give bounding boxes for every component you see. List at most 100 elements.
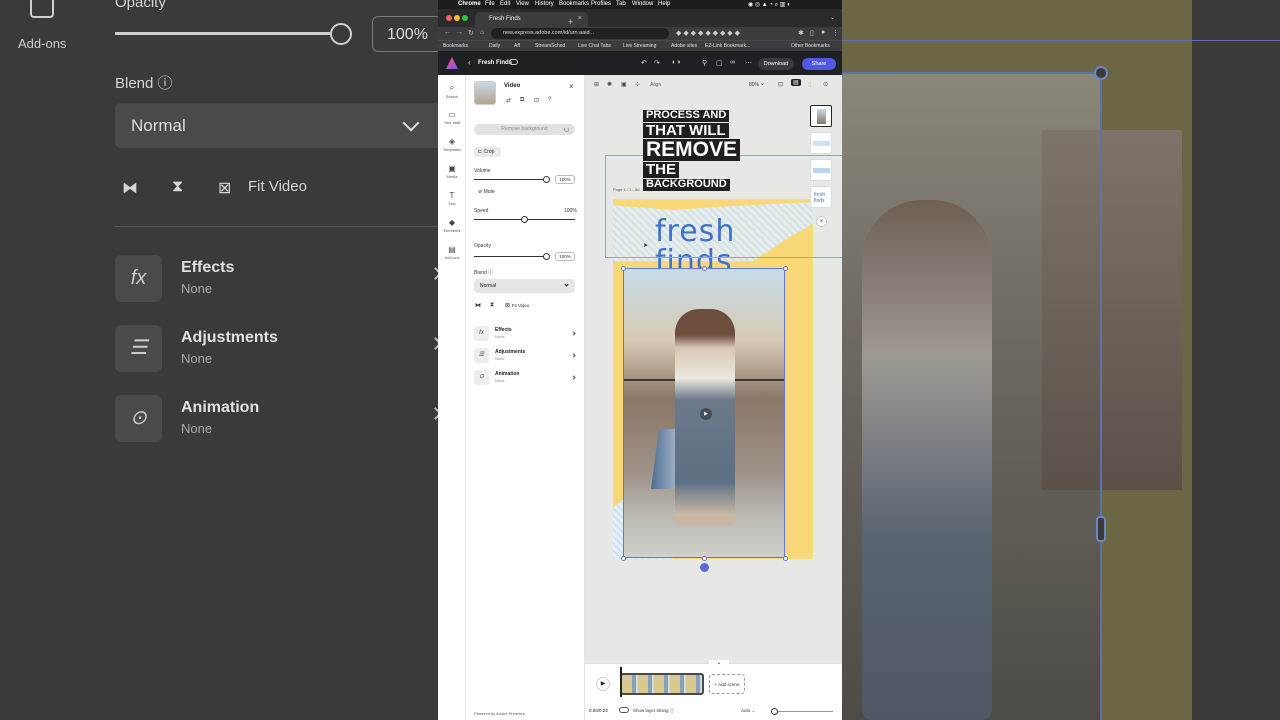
resize-handle[interactable] <box>1094 66 1108 80</box>
fit-screen-icon[interactable]: ⊡ <box>778 81 783 88</box>
blend-select[interactable]: Normal <box>115 103 438 148</box>
menu-edit[interactable]: Edit <box>500 1 510 7</box>
align-button[interactable]: Align <box>650 82 661 88</box>
color-swatch-icon[interactable]: ▣ <box>621 81 627 88</box>
opacity-slider[interactable] <box>474 256 546 257</box>
adjustments-row[interactable]: ☰ Adjustments None <box>115 325 438 375</box>
animation-row[interactable]: ⊙ Animation None <box>474 370 577 386</box>
bookmark-item[interactable]: Adobe sites <box>671 43 697 49</box>
opacity-track[interactable] <box>115 32 341 35</box>
menu-view[interactable]: View <box>516 1 529 7</box>
resize-handle[interactable] <box>621 266 626 271</box>
menu-bookmarks[interactable]: Bookmarks <box>559 1 589 7</box>
bookmark-item[interactable]: Live Chat Tabs <box>578 43 611 49</box>
maximize-window-button[interactable] <box>462 15 468 21</box>
replace-icon[interactable]: ⇄ <box>506 97 511 104</box>
timeline-zoom-knob[interactable] <box>771 708 778 715</box>
scene-clip[interactable] <box>620 673 704 695</box>
opacity-knob[interactable] <box>330 23 352 45</box>
new-tab-button[interactable]: + <box>568 17 573 27</box>
rail-search[interactable]: ⌕ Search <box>438 83 466 99</box>
close-window-button[interactable] <box>446 15 452 21</box>
playhead[interactable] <box>620 667 622 697</box>
menu-profiles[interactable]: Profiles <box>591 1 611 7</box>
mute-toggle[interactable]: ⊘ Mute <box>478 189 495 195</box>
minimize-window-button[interactable] <box>454 15 460 21</box>
rail-addons[interactable]: ▤ Add-ons <box>438 245 466 260</box>
collaborators-icon[interactable]: ◐◑ <box>672 59 680 66</box>
menu-help[interactable]: Help <box>658 1 670 7</box>
resize-handle[interactable] <box>621 556 626 561</box>
menu-chrome[interactable]: Chrome <box>458 1 481 7</box>
zoom-level[interactable]: 80% <box>749 82 759 88</box>
fit-video-icon[interactable]: ⊠ <box>218 178 240 197</box>
collapse-timeline-icon[interactable]: ⌄ <box>709 660 729 666</box>
duplicate-icon[interactable]: ⧉ <box>520 97 524 104</box>
page-thumbnail[interactable]: fresh finds <box>810 186 832 208</box>
rail-your-stuff[interactable]: ▭ Your stuff <box>438 110 466 125</box>
add-scene-button[interactable]: + Add scene <box>709 674 745 694</box>
reload-icon[interactable]: ↻ <box>468 29 474 37</box>
download-button[interactable]: Download <box>758 58 794 70</box>
resize-handle[interactable] <box>702 556 707 561</box>
rail-media[interactable]: ▣ Media <box>438 164 466 179</box>
play-video-icon[interactable]: ▶ <box>700 408 712 420</box>
close-tab-icon[interactable]: × <box>578 15 582 22</box>
rotate-handle-icon[interactable] <box>700 563 709 572</box>
fit-video-label[interactable]: Fit Video <box>248 178 307 195</box>
page-thumbnail[interactable] <box>810 132 832 154</box>
rail-templates[interactable]: ◈ Templates <box>438 137 466 152</box>
extension-icons[interactable]: ◆ ◆ ◆ ◆ ◆ ◆ ◆ ◆ ◆ <box>676 29 740 37</box>
lock-icon[interactable]: ⊡ <box>534 97 539 104</box>
close-icon[interactable]: × <box>816 216 827 227</box>
more-icon[interactable]: ⋯ <box>745 59 752 67</box>
bookmark-item[interactable]: Aff <box>514 43 520 49</box>
delete-icon[interactable]: ▯ <box>808 81 811 88</box>
document-title[interactable]: Fresh Finds <box>478 60 512 66</box>
comment-icon[interactable]: ▢ <box>716 59 723 67</box>
bookmark-item[interactable]: Daily <box>489 43 500 49</box>
volume-slider[interactable] <box>474 179 546 180</box>
adobe-express-logo[interactable] <box>446 57 458 69</box>
undo-icon[interactable]: ↶ <box>641 59 647 67</box>
play-button[interactable]: ▶ <box>596 677 610 691</box>
bookmark-item[interactable]: StreamSched <box>535 43 565 49</box>
back-chevron-icon[interactable]: ‹ <box>468 58 471 67</box>
opacity-value[interactable]: 100% <box>372 16 438 52</box>
adjustments-row[interactable]: ☰ Adjustments None <box>474 348 577 364</box>
resize-handle[interactable] <box>702 266 707 271</box>
more-icon[interactable]: ⊙ <box>823 81 828 88</box>
flip-horizontal-icon[interactable]: ⧓ <box>122 178 144 197</box>
menu-history[interactable]: History <box>535 1 554 7</box>
pages-view-icon[interactable]: ▤ <box>791 79 801 86</box>
bookmark-item[interactable]: Bookmarks <box>443 43 468 49</box>
speed-knob[interactable] <box>521 216 528 223</box>
forward-icon[interactable]: → <box>456 29 463 36</box>
volume-value[interactable]: 100% <box>555 175 575 184</box>
resize-handle[interactable] <box>783 266 788 271</box>
rail-text[interactable]: T Text <box>438 191 466 206</box>
share-button[interactable]: Share <box>802 58 836 70</box>
resize-icon[interactable]: ⊞ <box>594 81 599 88</box>
volume-knob[interactable] <box>542 176 550 183</box>
opacity-knob[interactable] <box>542 253 550 260</box>
headline-text[interactable]: PROCESS AND THAT WILL REMOVE THE BACKGRO… <box>643 109 741 192</box>
sidepanel-icon[interactable]: ▯ <box>810 29 814 37</box>
animation-row[interactable]: ⊙ Animation None <box>115 395 438 445</box>
pin-icon[interactable]: ⚲ <box>702 59 707 67</box>
home-icon[interactable]: ⌂ <box>480 29 484 36</box>
avatar[interactable]: ● <box>821 29 825 36</box>
help-icon[interactable]: ? <box>548 97 551 103</box>
tab-list-icon[interactable]: ⌄ <box>830 14 835 21</box>
grid-icon[interactable]: ⊹ <box>635 81 640 88</box>
menu-window[interactable]: Window <box>632 1 653 7</box>
opacity-value[interactable]: 100% <box>555 252 575 261</box>
effects-row[interactable]: fx Effects None <box>115 255 438 305</box>
flip-horizontal-icon[interactable]: ⧓ <box>475 302 481 309</box>
redo-icon[interactable]: ↷ <box>654 59 660 67</box>
resize-handle[interactable] <box>1096 516 1106 542</box>
back-icon[interactable]: ← <box>444 29 451 36</box>
effects-row[interactable]: fx Effects None <box>474 326 577 342</box>
menu-tab[interactable]: Tab <box>616 1 626 7</box>
bookmark-item[interactable]: Live Streaming <box>623 43 656 49</box>
